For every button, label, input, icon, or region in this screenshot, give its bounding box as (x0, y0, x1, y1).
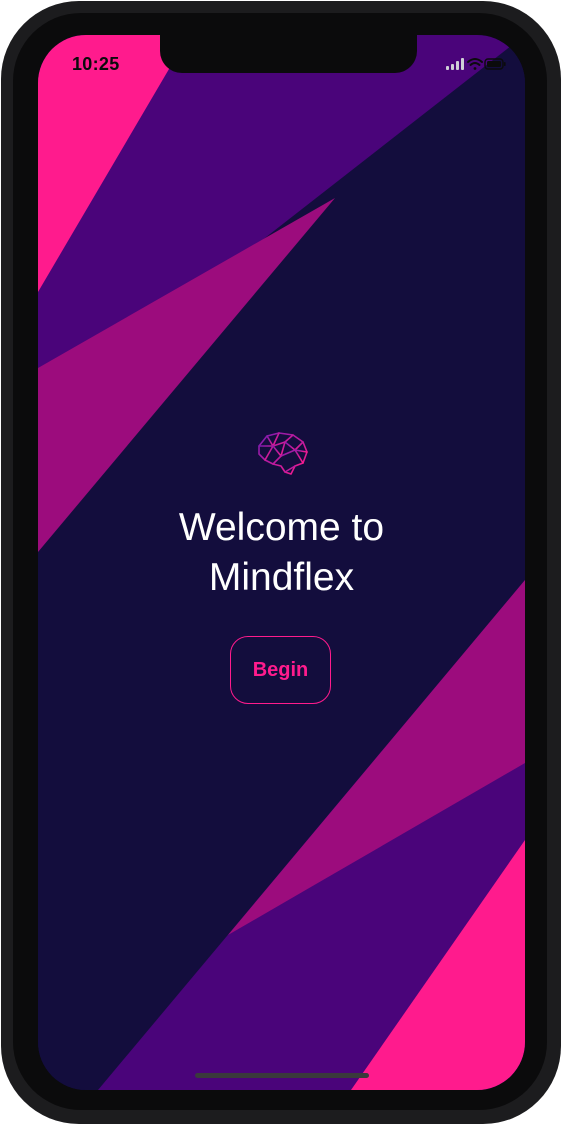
wifi-icon (467, 58, 483, 70)
welcome-title-line2: Mindflex (208, 556, 355, 599)
status-icons (446, 58, 506, 70)
welcome-title-line1: Welcome to (178, 506, 385, 549)
signal-icon (446, 58, 464, 70)
brain-icon (258, 432, 308, 475)
home-indicator[interactable] (195, 1073, 369, 1078)
battery-icon (484, 58, 506, 70)
notch (160, 35, 417, 73)
welcome-title: Welcome to Mindflex (38, 503, 525, 603)
welcome-screen: Welcome to Mindflex Begin (38, 35, 525, 1090)
phone-device: 10:25 Welcome to Mindflex Begin (0, 0, 562, 1125)
status-time: 10:25 (72, 54, 120, 74)
begin-button[interactable]: Begin (230, 636, 331, 704)
